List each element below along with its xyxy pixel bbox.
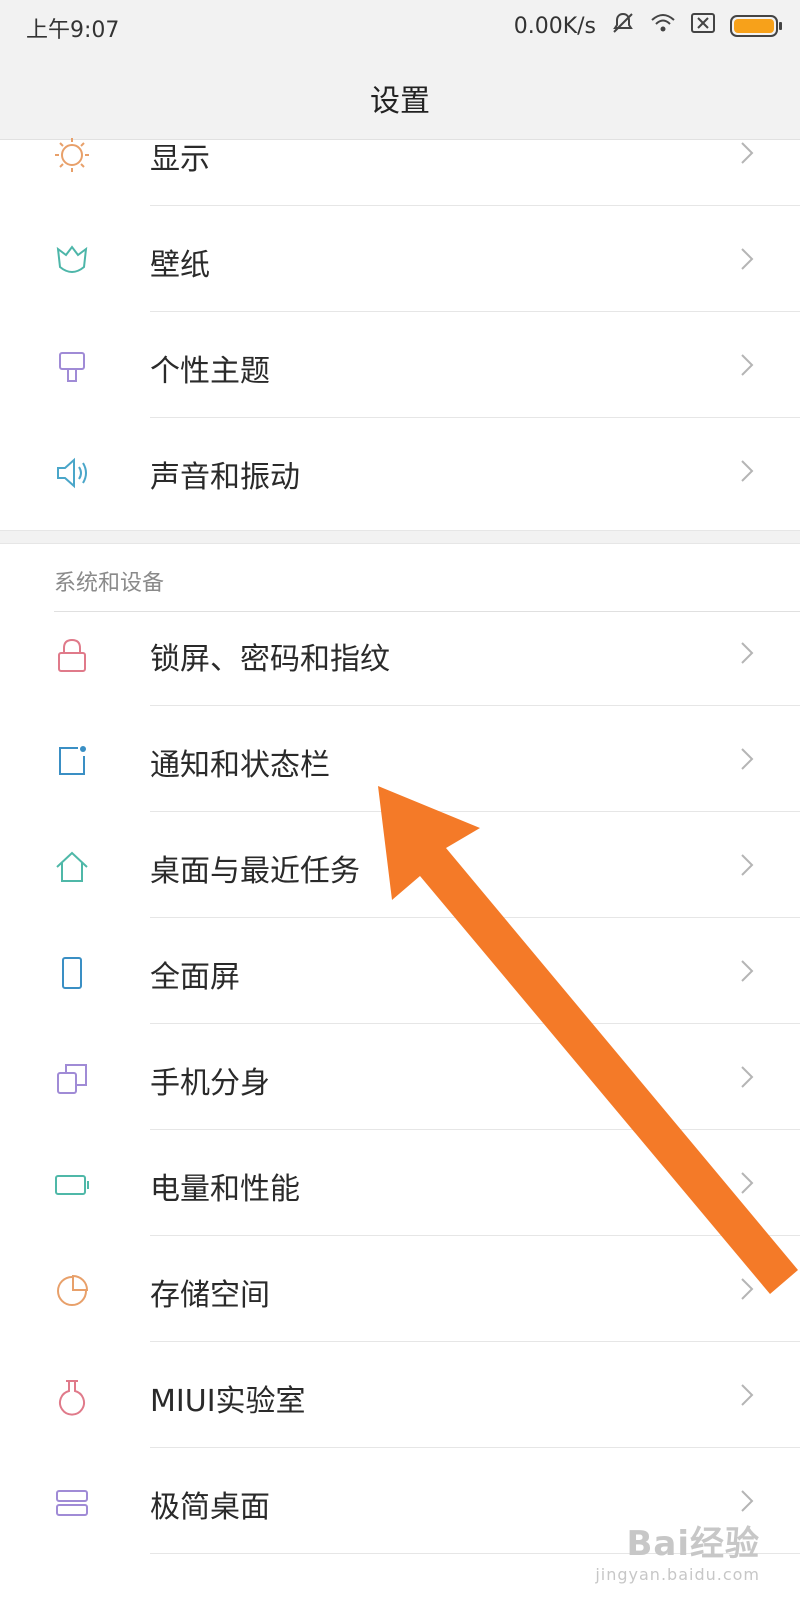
home-icon <box>52 847 92 887</box>
list-item-sound[interactable]: 声音和振动 <box>0 418 800 524</box>
chevron-right-icon <box>732 138 762 168</box>
chevron-right-icon <box>732 956 762 986</box>
status-bar: 上午9:07 0.00K/s <box>0 0 800 50</box>
chevron-right-icon <box>732 1486 762 1516</box>
watermark-brand: Bai经验 <box>626 1524 760 1564</box>
list-item-label: 通知和状态栏 <box>150 748 330 783</box>
section-gap <box>0 530 800 544</box>
battery-icon <box>730 15 782 37</box>
network-speed: 0.00K/s <box>513 13 596 39</box>
list-item-label: 壁纸 <box>150 248 210 283</box>
list-item-label: 电量和性能 <box>150 1172 300 1207</box>
list-item-label: 显示 <box>150 142 210 177</box>
flask-icon <box>52 1377 92 1417</box>
chevron-right-icon <box>732 1274 762 1304</box>
status-right: 0.00K/s <box>513 10 782 42</box>
phone-screen-icon <box>52 953 92 993</box>
list-item-label: 桌面与最近任务 <box>150 854 360 889</box>
chevron-right-icon <box>732 1062 762 1092</box>
watermark-url: jingyan.baidu.com <box>595 1565 760 1584</box>
speaker-icon <box>52 453 92 493</box>
list-item-notifications[interactable]: 通知和状态栏 <box>0 706 800 812</box>
chevron-right-icon <box>732 850 762 880</box>
list-item-label: 极简桌面 <box>150 1490 270 1525</box>
chevron-right-icon <box>732 1380 762 1410</box>
chevron-right-icon <box>732 638 762 668</box>
chevron-right-icon <box>732 744 762 774</box>
storage-pie-icon <box>52 1271 92 1311</box>
theme-brush-icon <box>52 347 92 387</box>
list-item-full-screen[interactable]: 全面屏 <box>0 918 800 1024</box>
status-time: 上午9:07 <box>26 18 120 43</box>
list-item-home-screen[interactable]: 桌面与最近任务 <box>0 812 800 918</box>
wifi-icon <box>650 12 676 40</box>
no-sim-icon <box>690 12 716 40</box>
list-item-battery-performance[interactable]: 电量和性能 <box>0 1130 800 1236</box>
battery-outline-icon <box>52 1165 92 1205</box>
list-item-lock-screen[interactable]: 锁屏、密码和指纹 <box>0 600 800 706</box>
list-item-second-space[interactable]: 手机分身 <box>0 1024 800 1130</box>
second-space-icon <box>52 1059 92 1099</box>
mute-icon <box>610 10 636 42</box>
list-item-label: 存储空间 <box>150 1278 270 1313</box>
notification-icon <box>52 741 92 781</box>
watermark: Bai经验 jingyan.baidu.com <box>595 1516 760 1584</box>
list-item-label: 全面屏 <box>150 960 240 995</box>
chevron-right-icon <box>732 456 762 486</box>
chevron-right-icon <box>732 1168 762 1198</box>
brightness-icon <box>52 135 92 175</box>
list-item-label: 声音和振动 <box>150 460 300 495</box>
simple-desktop-icon <box>52 1483 92 1523</box>
list-item-storage[interactable]: 存储空间 <box>0 1236 800 1342</box>
section-header: 系统和设备 <box>54 571 165 596</box>
chevron-right-icon <box>732 244 762 274</box>
list-item-label: 个性主题 <box>150 354 270 389</box>
list-item-label: 手机分身 <box>150 1066 270 1101</box>
list-item-wallpaper[interactable]: 壁纸 <box>0 206 800 312</box>
wallpaper-tulip-icon <box>52 241 92 281</box>
chevron-right-icon <box>732 350 762 380</box>
list-item-miui-lab[interactable]: MIUI实验室 <box>0 1342 800 1448</box>
list-item-label: MIUI实验室 <box>150 1384 306 1419</box>
list-item-label: 锁屏、密码和指纹 <box>150 642 390 677</box>
lock-icon <box>52 635 92 675</box>
list-item-display[interactable]: 显示 <box>0 100 800 206</box>
list-item-themes[interactable]: 个性主题 <box>0 312 800 418</box>
